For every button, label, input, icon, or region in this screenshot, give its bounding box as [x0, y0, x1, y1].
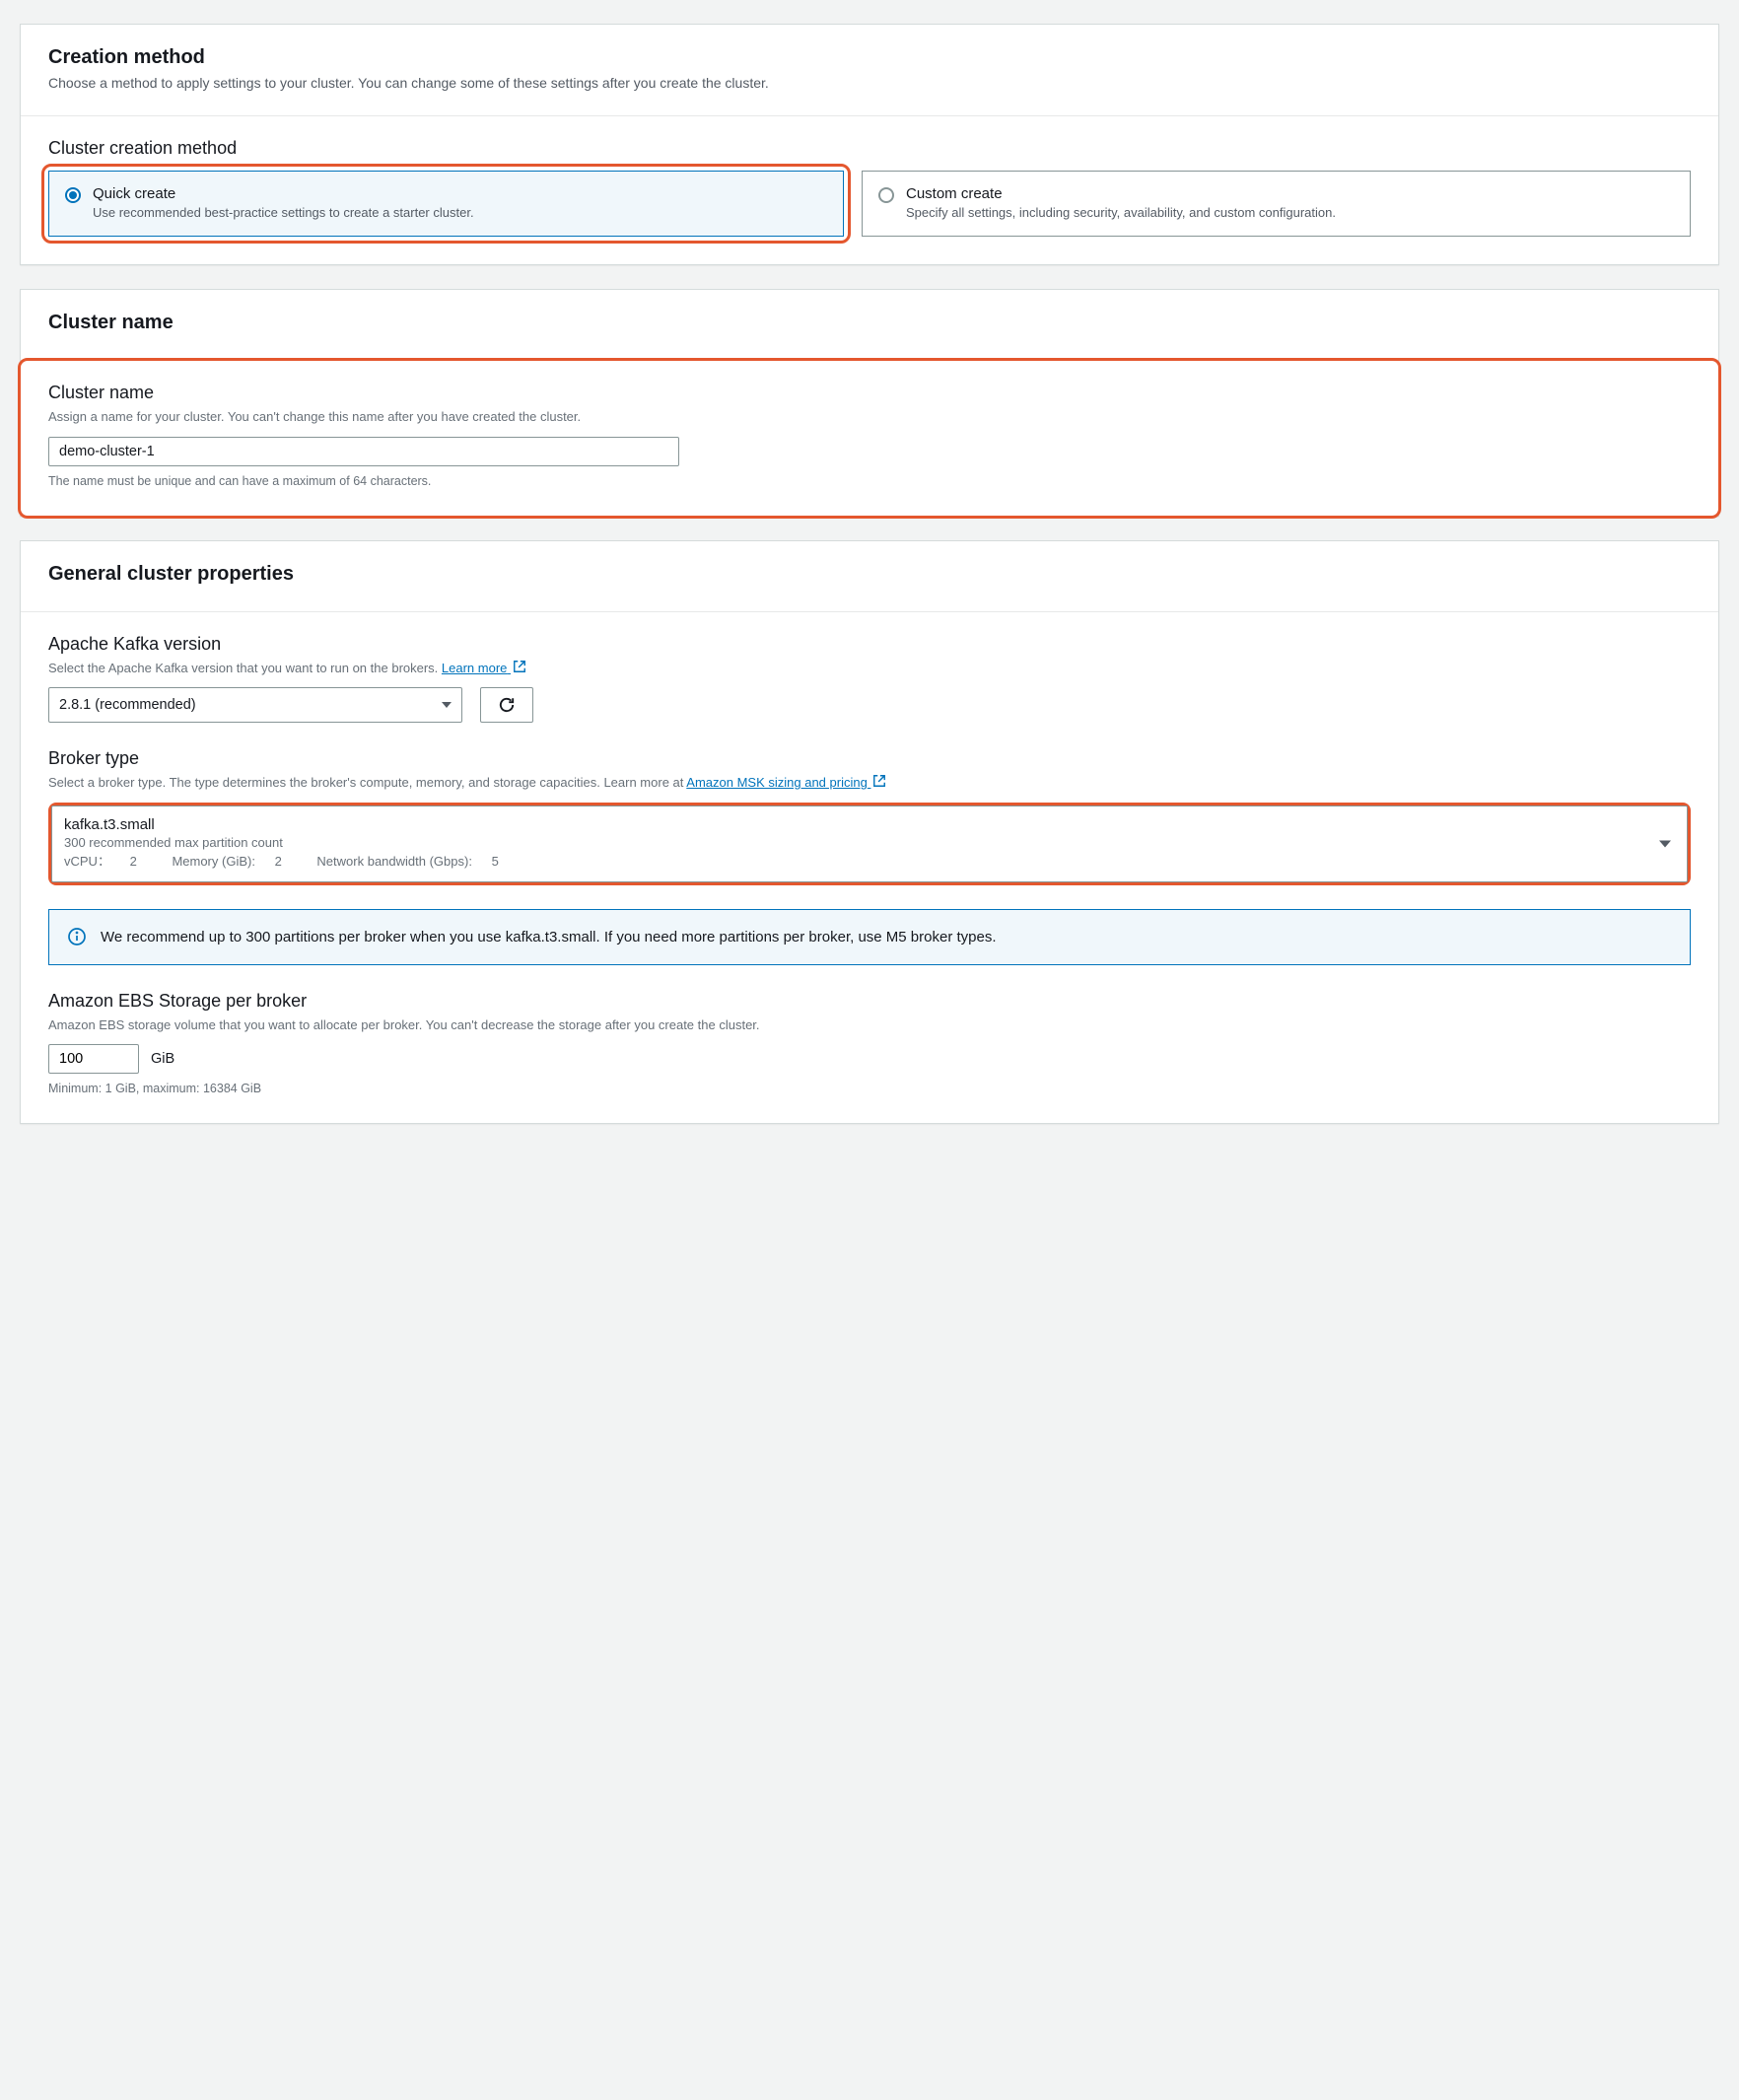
custom-create-title: Custom create	[906, 185, 1336, 202]
broker-type-specs: vCPU： 2 Memory (GiB): 2 Network bandwidt…	[64, 852, 1651, 872]
kafka-version-learn-more-link[interactable]: Learn more	[442, 661, 526, 675]
refresh-button[interactable]	[480, 687, 533, 723]
cluster-name-panel: Cluster name Cluster name Assign a name …	[20, 289, 1719, 517]
general-properties-header: General cluster properties	[21, 541, 1718, 612]
creation-method-body: Cluster creation method Quick create Use…	[21, 116, 1718, 264]
ebs-storage-unit: GiB	[151, 1051, 174, 1067]
broker-type-pricing-link[interactable]: Amazon MSK sizing and pricing	[686, 775, 886, 790]
radio-icon	[878, 187, 894, 203]
kafka-version-row: 2.8.1 (recommended)	[48, 687, 1691, 723]
cluster-name-body: Cluster name Assign a name for your clus…	[21, 361, 1718, 516]
info-icon	[67, 927, 87, 946]
external-link-icon	[513, 660, 526, 673]
cluster-name-panel-title: Cluster name	[48, 312, 1691, 334]
cluster-name-input[interactable]	[48, 437, 679, 466]
kafka-version-select[interactable]: 2.8.1 (recommended)	[48, 687, 462, 723]
kafka-version-desc: Select the Apache Kafka version that you…	[48, 659, 1691, 678]
general-properties-title: General cluster properties	[48, 563, 1691, 586]
cluster-name-hint: The name must be unique and can have a m…	[48, 474, 1691, 488]
chevron-down-icon	[442, 702, 452, 708]
broker-type-label: Broker type	[48, 748, 1691, 769]
broker-type-partition-line: 300 recommended max partition count	[64, 833, 1651, 853]
broker-type-select[interactable]: kafka.t3.small 300 recommended max parti…	[51, 805, 1688, 882]
custom-create-option[interactable]: Custom create Specify all settings, incl…	[862, 171, 1691, 237]
cluster-name-field-label: Cluster name	[48, 383, 1691, 403]
creation-method-subtitle: Choose a method to apply settings to you…	[48, 73, 1691, 94]
highlight-quick-create: Quick create Use recommended best-practi…	[41, 164, 851, 244]
kafka-version-label: Apache Kafka version	[48, 634, 1691, 655]
ebs-storage-row: GiB	[48, 1044, 1691, 1074]
cluster-name-header: Cluster name	[21, 290, 1718, 361]
quick-create-option[interactable]: Quick create Use recommended best-practi…	[48, 171, 844, 237]
refresh-icon	[498, 696, 516, 714]
quick-create-title: Quick create	[93, 185, 474, 202]
external-link-icon	[872, 774, 886, 788]
highlight-cluster-name: Cluster name Assign a name for your clus…	[18, 358, 1721, 519]
ebs-storage-desc: Amazon EBS storage volume that you want …	[48, 1015, 1691, 1035]
broker-type-info-alert: We recommend up to 300 partitions per br…	[48, 909, 1691, 965]
creation-method-header: Creation method Choose a method to apply…	[21, 25, 1718, 116]
general-properties-body: Apache Kafka version Select the Apache K…	[21, 612, 1718, 1124]
creation-method-options: Quick create Use recommended best-practi…	[48, 171, 1691, 237]
cluster-name-field-desc: Assign a name for your cluster. You can'…	[48, 407, 1691, 427]
radio-icon	[65, 187, 81, 203]
quick-create-desc: Use recommended best-practice settings t…	[93, 204, 474, 222]
broker-type-info-text: We recommend up to 300 partitions per br…	[101, 926, 997, 948]
ebs-storage-label: Amazon EBS Storage per broker	[48, 991, 1691, 1012]
broker-type-desc: Select a broker type. The type determine…	[48, 773, 1691, 793]
kafka-version-selected: 2.8.1 (recommended)	[59, 697, 196, 713]
creation-method-title: Creation method	[48, 46, 1691, 69]
highlight-broker-type: kafka.t3.small 300 recommended max parti…	[48, 803, 1691, 885]
cluster-creation-method-label: Cluster creation method	[48, 138, 1691, 159]
creation-method-panel: Creation method Choose a method to apply…	[20, 24, 1719, 265]
ebs-storage-hint: Minimum: 1 GiB, maximum: 16384 GiB	[48, 1082, 1691, 1095]
chevron-down-icon	[1659, 840, 1671, 847]
custom-create-desc: Specify all settings, including security…	[906, 204, 1336, 222]
ebs-storage-input[interactable]	[48, 1044, 139, 1074]
broker-type-selected: kafka.t3.small	[64, 816, 1651, 833]
general-properties-panel: General cluster properties Apache Kafka …	[20, 540, 1719, 1125]
